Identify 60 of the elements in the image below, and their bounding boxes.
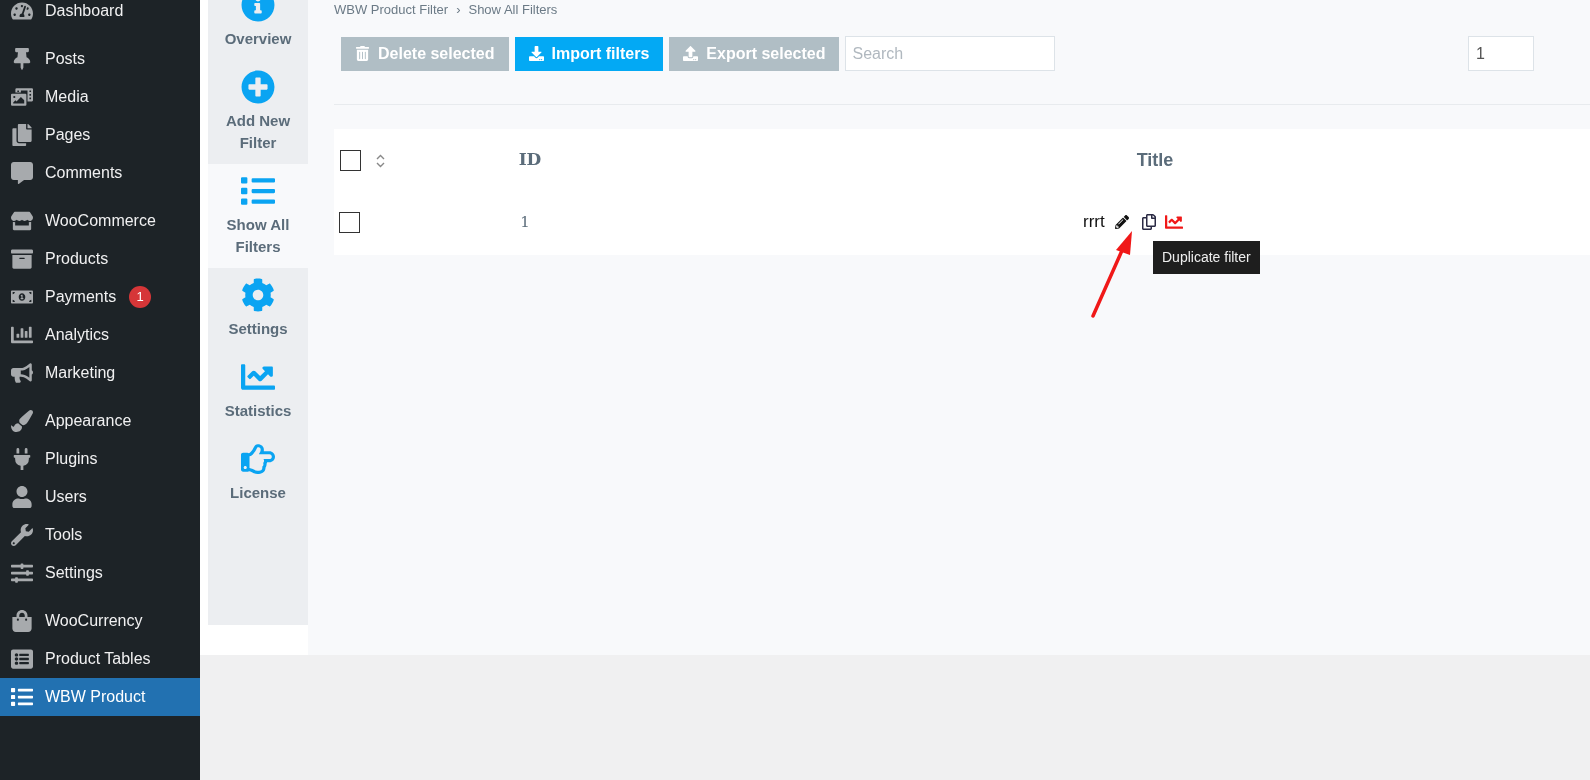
upload-icon xyxy=(683,46,699,61)
checkbox[interactable] xyxy=(340,149,361,171)
menu-item[interactable]: Analytics xyxy=(0,316,200,354)
menu-item[interactable]: WooCommerce xyxy=(0,202,200,240)
menu-item[interactable]: WooCurrency xyxy=(0,602,200,640)
menu-item[interactable]: Plugins xyxy=(0,440,200,478)
menu-item[interactable]: Dashboard xyxy=(0,0,200,30)
list-icon xyxy=(11,686,33,708)
pin-icon xyxy=(11,48,33,70)
wrench-icon xyxy=(11,524,33,546)
list-icon xyxy=(11,648,33,670)
settings-icon xyxy=(241,278,275,312)
plug-icon xyxy=(11,448,33,470)
menu-item[interactable]: Payments 1 xyxy=(0,278,200,316)
trash-icon xyxy=(355,46,370,61)
search-field[interactable]: Search xyxy=(845,36,1056,71)
nav-tab[interactable]: Show All Filters xyxy=(208,164,308,268)
pointing-hand-icon xyxy=(241,442,275,476)
pencil-icon[interactable] xyxy=(1114,215,1129,229)
plus-icon xyxy=(241,70,275,104)
menu-item[interactable]: Pages xyxy=(0,116,200,154)
menu-item[interactable]: Comments xyxy=(0,154,200,192)
media-icon xyxy=(11,86,33,108)
menu-item[interactable]: Appearance xyxy=(0,402,200,440)
menu-item[interactable]: Posts xyxy=(0,40,200,78)
pages-icon xyxy=(11,124,33,146)
page-field[interactable]: 1 xyxy=(1468,36,1534,71)
speech-bubble-icon xyxy=(11,162,33,184)
menu-item[interactable]: Users xyxy=(0,478,200,516)
menu-item[interactable]: Products xyxy=(0,240,200,278)
paintbrush-icon xyxy=(11,410,33,432)
breadcrumb-link[interactable]: Show All Filters xyxy=(468,0,558,20)
tooltip: Duplicate filter xyxy=(1153,241,1260,274)
menu-item[interactable]: Tools xyxy=(0,516,200,554)
archive-box-icon xyxy=(11,248,33,270)
title-link[interactable]: rrrt xyxy=(1083,209,1105,235)
count-badge: 1 xyxy=(129,286,152,308)
menu-item[interactable]: Settings xyxy=(0,554,200,592)
menu-item[interactable]: WBW Product xyxy=(0,678,200,716)
bag-icon xyxy=(11,610,33,632)
menu-item[interactable]: Product Tables xyxy=(0,640,200,678)
breadcrumb-separator: › xyxy=(456,1,461,20)
copy-icon[interactable] xyxy=(1140,214,1157,230)
breadcrumb-link[interactable]: WBW Product Filter xyxy=(334,0,449,20)
user-icon xyxy=(11,486,33,508)
checkbox[interactable] xyxy=(339,211,360,233)
menu-item[interactable]: Media xyxy=(0,78,200,116)
line-chart-icon[interactable] xyxy=(1164,213,1183,231)
list-icon xyxy=(241,174,275,208)
store-icon xyxy=(11,210,33,232)
dashboard-icon xyxy=(11,0,33,22)
bar-chart-icon xyxy=(11,324,33,346)
menu-item[interactable]: Marketing xyxy=(0,354,200,392)
id-cell-text: 1 xyxy=(519,211,531,233)
megaphone-icon xyxy=(11,362,33,384)
column-header[interactable]: ID xyxy=(509,147,551,173)
sliders-icon xyxy=(11,562,33,584)
column-header[interactable]: Title xyxy=(1125,146,1185,174)
download-icon xyxy=(528,46,544,61)
sort-icon xyxy=(376,154,385,168)
